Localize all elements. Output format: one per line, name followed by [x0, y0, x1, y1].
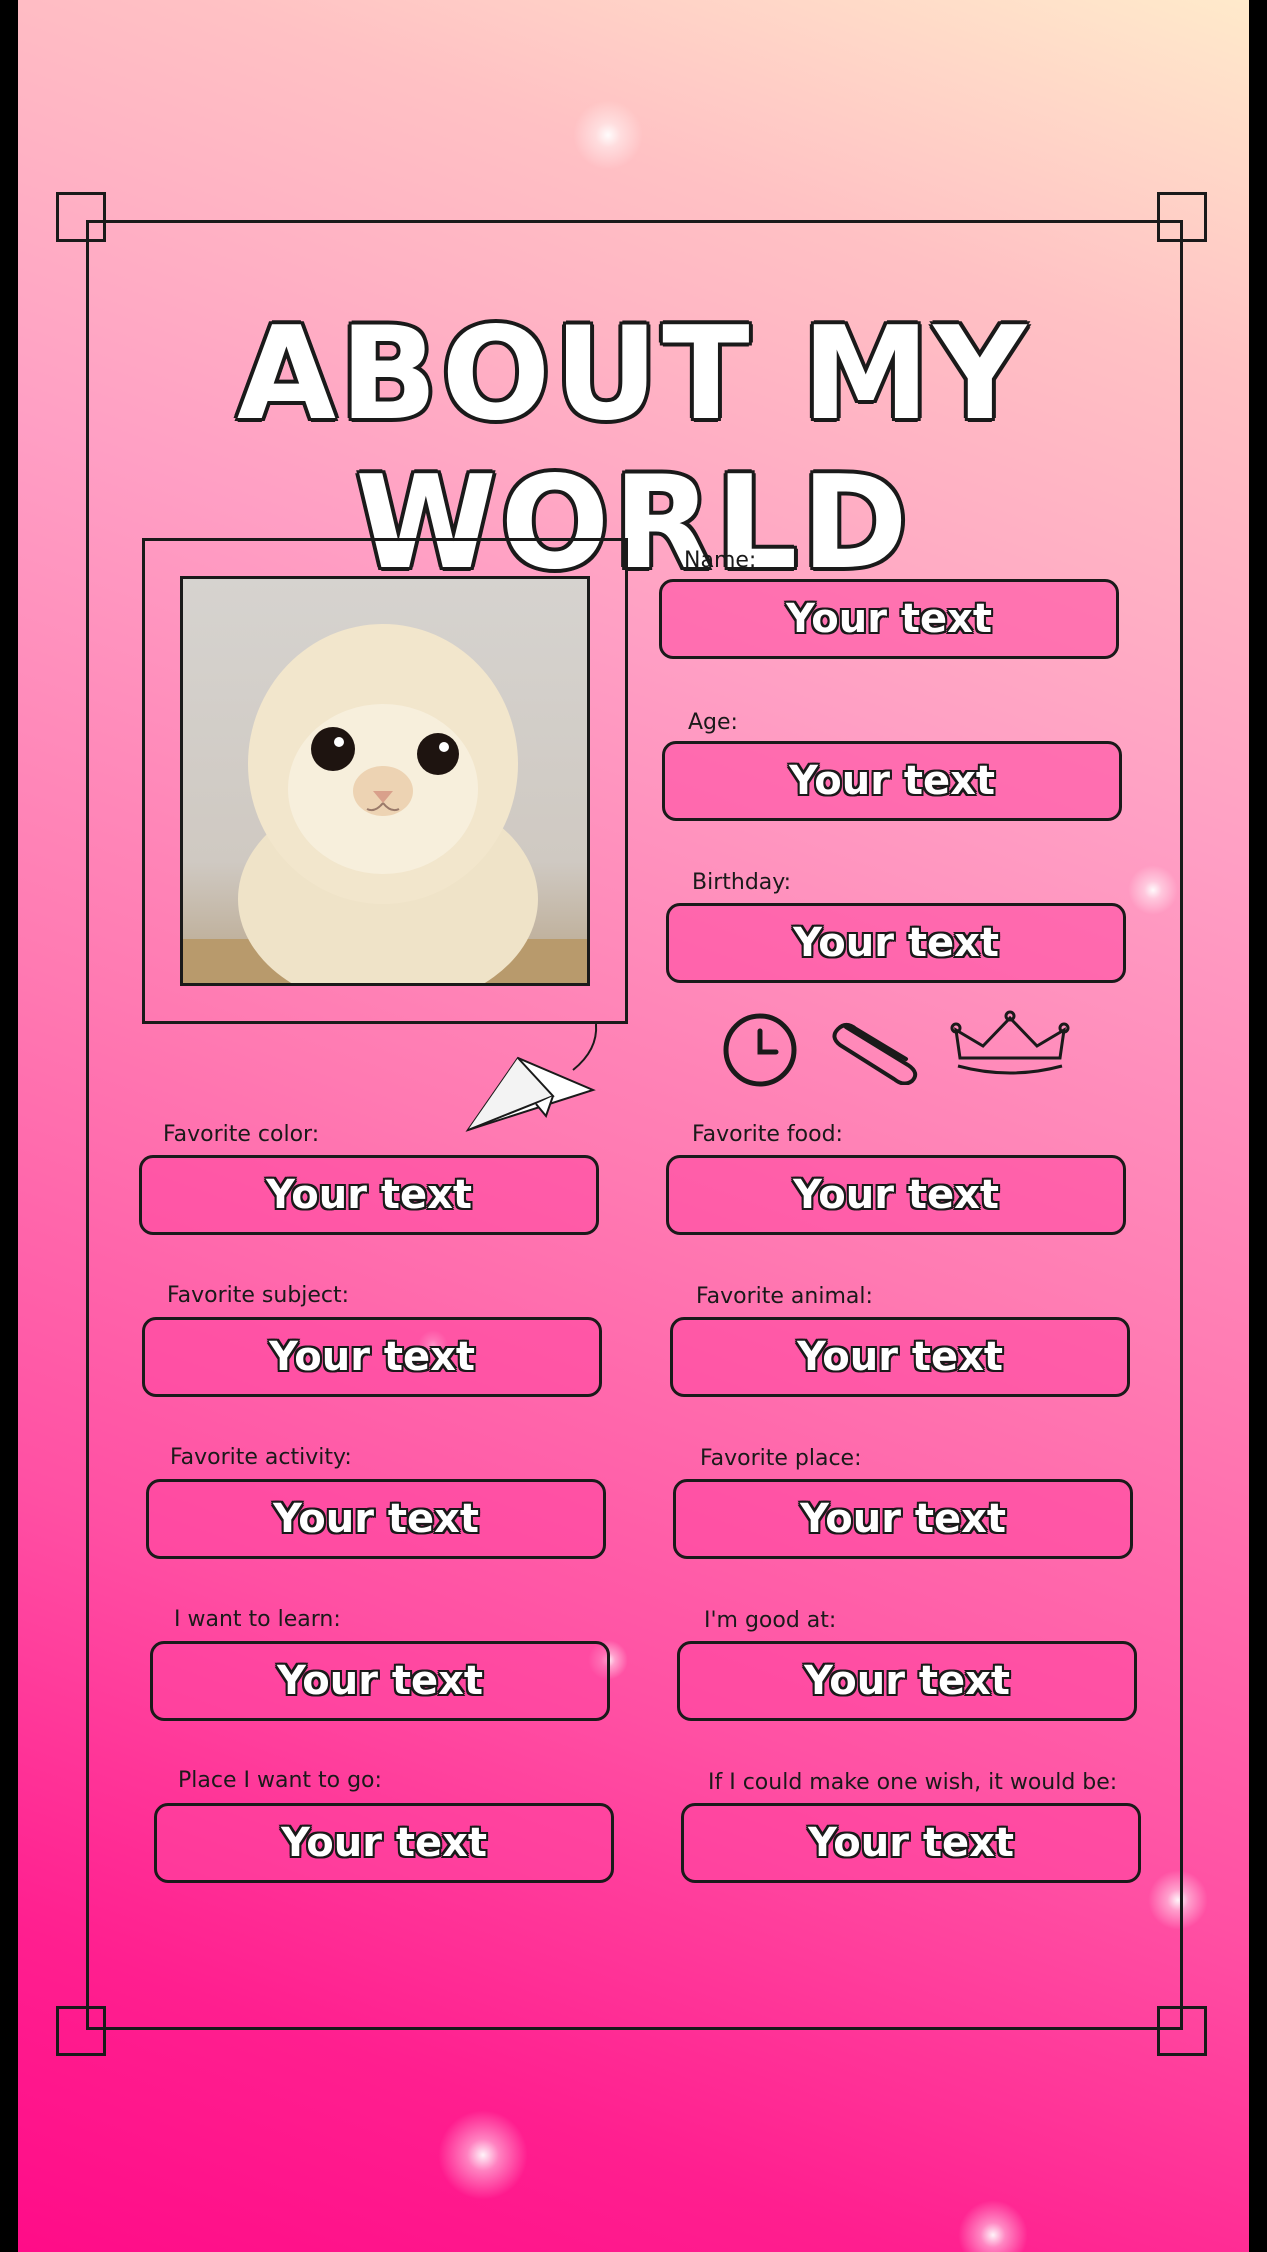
good-at-field[interactable]: Your text	[677, 1641, 1137, 1721]
cat-illustration	[183, 624, 587, 983]
sparkle	[573, 100, 643, 170]
one-wish-label: If I could make one wish, it would be:	[708, 1770, 1118, 1795]
story-template-canvas: ABOUT MY WORLD Name: Your text Age: Your…	[18, 0, 1249, 2252]
favorite-activity-label: Favorite activity:	[170, 1445, 352, 1470]
sparkle	[958, 2200, 1028, 2252]
favorite-animal-field[interactable]: Your text	[670, 1317, 1130, 1397]
want-to-learn-field[interactable]: Your text	[150, 1641, 610, 1721]
clock-icon	[723, 1013, 797, 1087]
place-to-go-field[interactable]: Your text	[154, 1803, 614, 1883]
age-label: Age:	[688, 710, 738, 735]
favorite-subject-field[interactable]: Your text	[142, 1317, 602, 1397]
frame-corner	[56, 2006, 106, 2056]
age-field[interactable]: Your text	[662, 741, 1122, 821]
favorite-color-field[interactable]: Your text	[139, 1155, 599, 1235]
frame-corner	[56, 192, 106, 242]
birthday-field[interactable]: Your text	[666, 903, 1126, 983]
favorite-food-field[interactable]: Your text	[666, 1155, 1126, 1235]
favorite-activity-field[interactable]: Your text	[146, 1479, 606, 1559]
paperclip-icon	[832, 1023, 918, 1085]
favorite-color-label: Favorite color:	[163, 1122, 320, 1147]
name-label: Name:	[684, 548, 757, 573]
want-to-learn-label: I want to learn:	[174, 1607, 341, 1632]
name-field[interactable]: Your text	[659, 579, 1119, 659]
favorite-food-label: Favorite food:	[692, 1122, 843, 1147]
crown-icon	[950, 1010, 1070, 1075]
frame-corner	[1157, 2006, 1207, 2056]
favorite-subject-label: Favorite subject:	[167, 1283, 350, 1308]
good-at-label: I'm good at:	[704, 1608, 837, 1633]
paper-plane-icon	[465, 1023, 598, 1132]
profile-photo[interactable]	[180, 576, 590, 986]
place-to-go-label: Place I want to go:	[178, 1768, 382, 1793]
birthday-label: Birthday:	[692, 870, 792, 895]
sparkle	[438, 2110, 528, 2200]
frame-corner	[1157, 192, 1207, 242]
one-wish-field[interactable]: Your text	[681, 1803, 1141, 1883]
favorite-place-field[interactable]: Your text	[673, 1479, 1133, 1559]
favorite-place-label: Favorite place:	[700, 1446, 862, 1471]
favorite-animal-label: Favorite animal:	[696, 1284, 873, 1309]
